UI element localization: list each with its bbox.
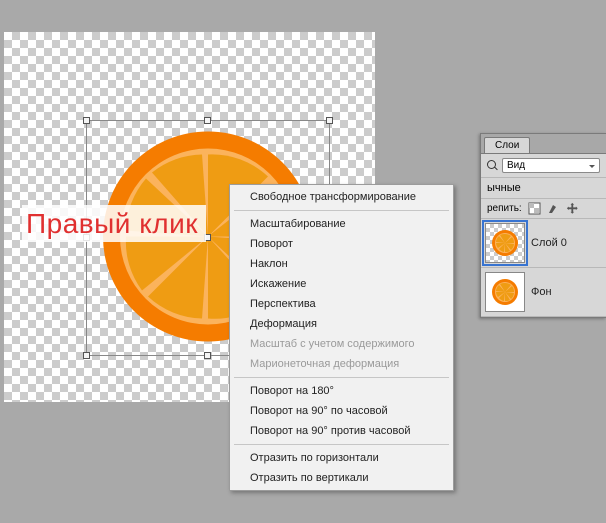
menu-item[interactable]: Искажение (232, 274, 451, 294)
annotation-text: Правый клик (22, 205, 206, 242)
menu-item[interactable]: Отразить по вертикали (232, 468, 451, 488)
menu-item[interactable]: Деформация (232, 314, 451, 334)
lock-strip: репить: (481, 199, 606, 219)
menu-separator (234, 444, 449, 445)
dropdown-value: Вид (507, 160, 525, 171)
menu-item[interactable]: Масштабирование (232, 214, 451, 234)
menu-item: Масштаб с учетом содержимого (232, 334, 451, 354)
layer-row[interactable]: Фон (481, 268, 606, 317)
transform-handle-bottom-left[interactable] (83, 352, 90, 359)
layer-thumbnail[interactable] (485, 272, 525, 312)
lock-label: репить: (487, 203, 522, 214)
transform-handle-bottom-center[interactable] (204, 352, 211, 359)
menu-item[interactable]: Поворот на 180° (232, 381, 451, 401)
menu-item: Марионеточная деформация (232, 354, 451, 374)
layer-thumbnail[interactable] (485, 223, 525, 263)
transform-context-menu: Свободное трансформирование Масштабирован… (229, 184, 454, 491)
blend-mode-label: ычные (487, 182, 521, 194)
menu-item[interactable]: Отразить по горизонтали (232, 448, 451, 468)
transform-handle-top-left[interactable] (83, 117, 90, 124)
search-icon (487, 160, 498, 171)
transform-handle-top-right[interactable] (326, 117, 333, 124)
menu-item[interactable]: Перспектива (232, 294, 451, 314)
menu-item[interactable]: Поворот на 90° против часовой (232, 421, 451, 441)
menu-item[interactable]: Свободное трансформирование (232, 187, 451, 207)
menu-item[interactable]: Поворот на 90° по часовой (232, 401, 451, 421)
layer-row[interactable]: Слой 0 (481, 219, 606, 268)
lock-paint-icon[interactable] (547, 202, 560, 215)
layers-list: Слой 0 Фон (481, 219, 606, 317)
menu-item[interactable]: Наклон (232, 254, 451, 274)
layers-filter-row: Вид (481, 154, 606, 178)
transform-handle-top-center[interactable] (204, 117, 211, 124)
lock-move-icon[interactable] (566, 202, 579, 215)
layer-name[interactable]: Слой 0 (531, 237, 567, 249)
menu-item[interactable]: Поворот (232, 234, 451, 254)
menu-separator (234, 377, 449, 378)
lock-transparency-icon[interactable] (528, 202, 541, 215)
blend-mode-row: ычные (481, 178, 606, 199)
layers-panel: Слои Вид ычные репить: Слой 0 Фон (480, 133, 606, 318)
layers-filter-dropdown[interactable]: Вид (502, 158, 600, 173)
layer-name[interactable]: Фон (531, 286, 552, 298)
panel-tabs: Слои (481, 134, 606, 154)
menu-separator (234, 210, 449, 211)
tab-layers[interactable]: Слои (484, 137, 530, 153)
